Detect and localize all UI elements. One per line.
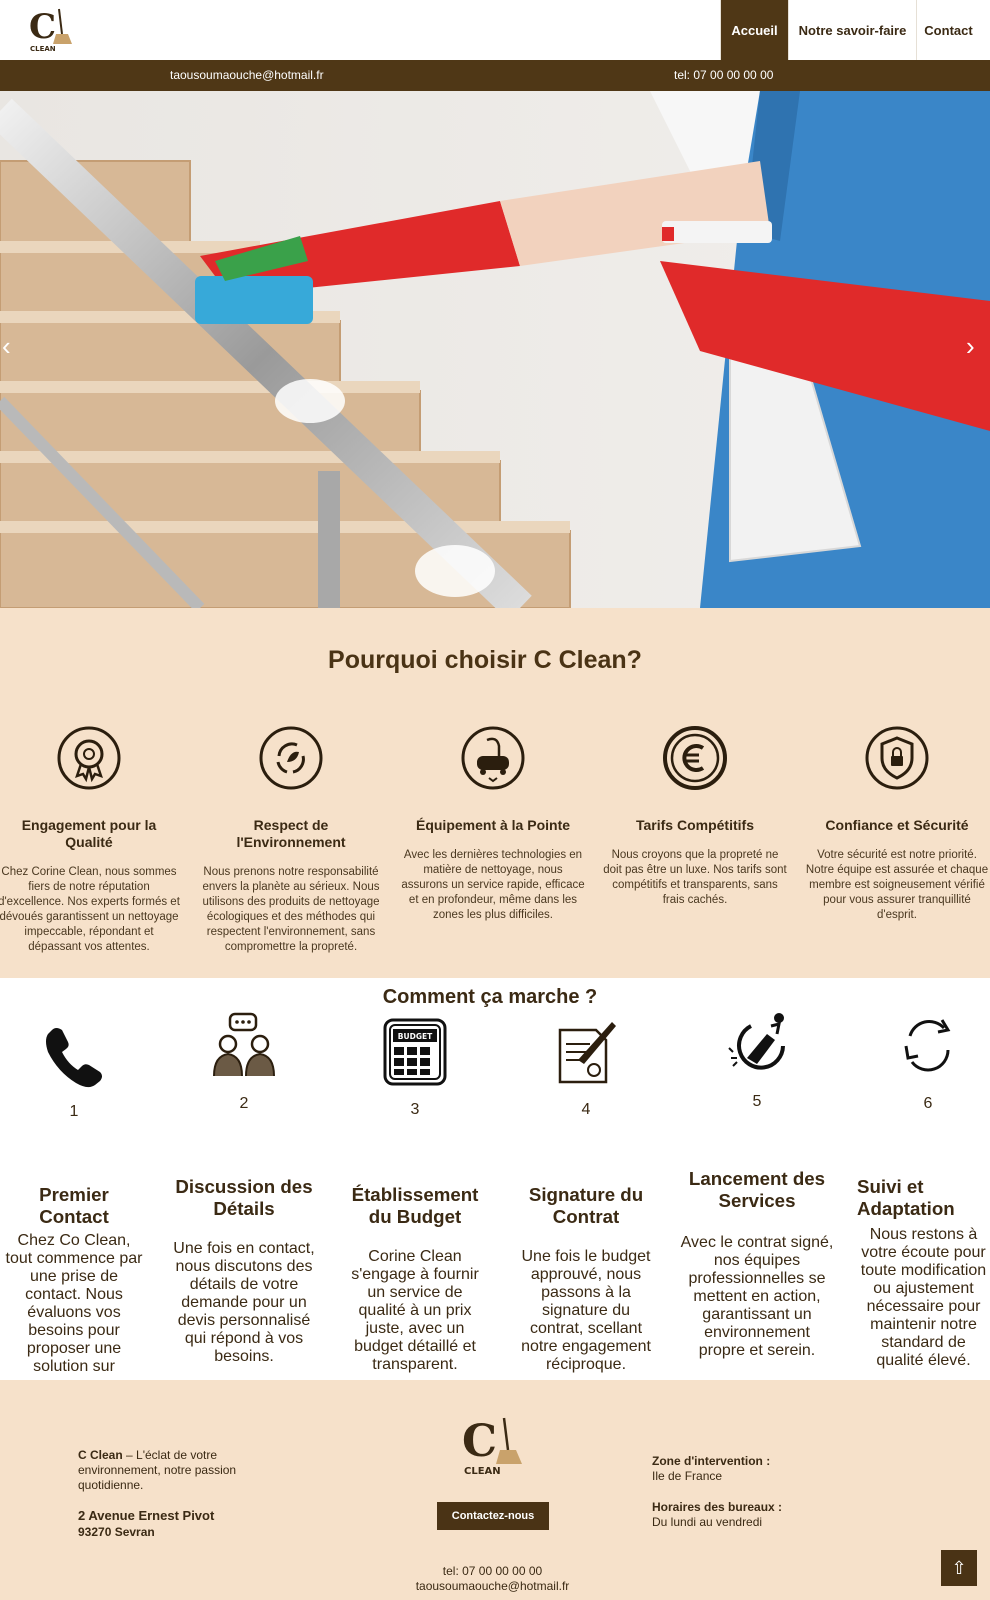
broom-logo-icon: C CLEAN: [29, 7, 72, 53]
footer-email[interactable]: taousoumaouche@hotmail.fr: [390, 1579, 595, 1594]
cycle-arrows-icon: [904, 1019, 951, 1072]
nav-accueil[interactable]: Accueil: [720, 0, 788, 60]
hero-carousel: ‹ ›: [0, 91, 990, 608]
feature-pricing: Tarifs Compétitifs Nous croyons que la p…: [603, 726, 787, 908]
step-text: Une fois le budget approuvé, nous passon…: [521, 1248, 651, 1373]
feature-title: Respect de l'Environnement: [236, 817, 346, 850]
main-nav: Accueil Notre savoir-faire Contact: [720, 0, 990, 60]
shield-lock-icon: [865, 726, 929, 790]
site-footer: C Clean – L'éclat de votre environnement…: [0, 1380, 990, 1600]
hours-value: Du lundi au vendredi: [652, 1515, 763, 1529]
feature-text: Avec les dernières technologies en matiè…: [401, 849, 585, 921]
contact-us-button[interactable]: Contactez-nous: [437, 1502, 549, 1530]
contract-signature-icon: [558, 1022, 616, 1084]
feature-text: Nous croyons que la propreté ne doit pas…: [603, 849, 787, 906]
footer-logo[interactable]: C CLEAN: [458, 1414, 530, 1478]
footer-phone[interactable]: tel: 07 00 00 00 00: [390, 1564, 595, 1579]
phone-icon: [46, 1028, 102, 1088]
footer-city: 93270 Sevran: [78, 1525, 155, 1539]
header-email[interactable]: taousoumaouche@hotmail.fr: [170, 68, 324, 82]
feature-security: Confiance et Sécurité Votre sécurité est…: [805, 726, 989, 923]
step-number: 3: [410, 1101, 420, 1118]
hours-label: Horaires des bureaux :: [652, 1500, 783, 1514]
feature-equipment: Équipement à la Pointe Avec les dernière…: [401, 726, 585, 923]
footer-contact: tel: 07 00 00 00 00 taousoumaouche@hotma…: [390, 1564, 595, 1594]
feature-quality: Engagement pour la Qualité Chez Corine C…: [0, 726, 181, 955]
feature-title: Confiance et Sécurité: [825, 817, 969, 833]
step-text: Chez Co Clean, tout commence par une pri…: [5, 1232, 143, 1393]
nav-savoir-faire[interactable]: Notre savoir-faire: [788, 0, 916, 60]
feature-text: Chez Corine Clean, nous sommes fiers de …: [0, 866, 180, 953]
why-title: Pourquoi choisir C Clean?: [328, 646, 642, 674]
step-title: Discussion des Détails: [175, 1176, 313, 1219]
footer-address: 2 Avenue Ernest Pivot 93270 Sevran: [78, 1508, 214, 1540]
vacuum-cleaner-icon: [461, 726, 525, 790]
step-title: Suivi et Adaptation: [857, 1176, 955, 1219]
step-number: 1: [69, 1103, 79, 1120]
feature-title: Tarifs Compétitifs: [636, 817, 754, 833]
step-1: 1: [3, 1018, 145, 1121]
carousel-next-arrow[interactable]: ›: [966, 331, 975, 362]
footer-info: Zone d'intervention : Ile de France Hora…: [652, 1454, 782, 1530]
step-number: 4: [581, 1101, 591, 1118]
hero-cleaning-image: [0, 91, 990, 608]
cleaning-start-icon: [728, 1013, 785, 1070]
euro-coin-icon: [663, 726, 727, 790]
step-3: BUDGET 3: [344, 1016, 486, 1119]
svg-text:C: C: [29, 7, 56, 47]
svg-text:C: C: [462, 1416, 497, 1467]
header-phone[interactable]: tel: 07 00 00 00 00: [674, 68, 773, 82]
back-to-top-button[interactable]: ⇧: [941, 1550, 977, 1586]
footer-brand: C Clean: [78, 1448, 123, 1462]
step-text: Corine Clean s'engage à fournir un servi…: [351, 1248, 479, 1373]
feature-text: Nous prenons notre responsabilité envers…: [202, 866, 380, 953]
step-2: 2: [173, 1010, 315, 1113]
step-6: 6: [857, 1010, 990, 1113]
carousel-prev-arrow[interactable]: ‹: [2, 331, 11, 362]
why-section: Pourquoi choisir C Clean? Engagement pou…: [0, 608, 990, 978]
broom-logo-icon: C CLEAN: [462, 1416, 522, 1477]
how-title: Comment ça marche ?: [382, 986, 598, 1008]
feature-title: Équipement à la Pointe: [415, 817, 571, 833]
step-text: Nous restons à votre écoute pour toute m…: [860, 1226, 987, 1369]
top-navigation: C CLEAN Accueil Notre savoir-faire Conta…: [0, 0, 990, 60]
award-medal-icon: [57, 726, 121, 790]
info-bar: taousoumaouche@hotmail.fr tel: 07 00 00 …: [0, 60, 990, 91]
step-title: Signature du Contrat: [528, 1184, 644, 1227]
feature-environment: Respect de l'Environnement Nous prenons …: [199, 726, 383, 955]
svg-text:CLEAN: CLEAN: [464, 1466, 501, 1477]
discussion-icon: [213, 1012, 275, 1077]
feature-text: Votre sécurité est notre priorité. Notre…: [805, 849, 989, 921]
svg-text:BUDGET: BUDGET: [398, 1032, 433, 1041]
step-number: 5: [752, 1093, 762, 1110]
step-4: 4: [515, 1016, 657, 1119]
step-number: 6: [923, 1095, 933, 1112]
feature-title: Engagement pour la Qualité: [21, 817, 157, 850]
zone-label: Zone d'intervention :: [652, 1454, 771, 1468]
zone-value: Ile de France: [652, 1469, 723, 1483]
step-text: Avec le contrat signé, nos équipes profe…: [680, 1234, 834, 1359]
step-title: Établissement du Budget: [351, 1184, 479, 1227]
step-title: Lancement des Services: [688, 1168, 826, 1211]
step-5: 5: [686, 1008, 828, 1111]
step-number: 2: [239, 1095, 249, 1112]
footer-street: 2 Avenue Ernest Pivot: [78, 1508, 215, 1523]
footer-tagline: C Clean – L'éclat de votre environnement…: [78, 1448, 268, 1493]
budget-calculator-icon: BUDGET: [383, 1018, 447, 1086]
logo[interactable]: C CLEAN: [26, 6, 78, 54]
step-title: Premier Contact: [39, 1184, 109, 1227]
nav-contact[interactable]: Contact: [916, 0, 990, 60]
svg-text:CLEAN: CLEAN: [30, 45, 56, 53]
recycle-leaf-icon: [259, 726, 323, 790]
step-text: Une fois en contact, nous discutons des …: [173, 1240, 315, 1365]
how-it-works-section: Comment ça marche ? 1 Premier Contact Ch…: [0, 978, 990, 1393]
